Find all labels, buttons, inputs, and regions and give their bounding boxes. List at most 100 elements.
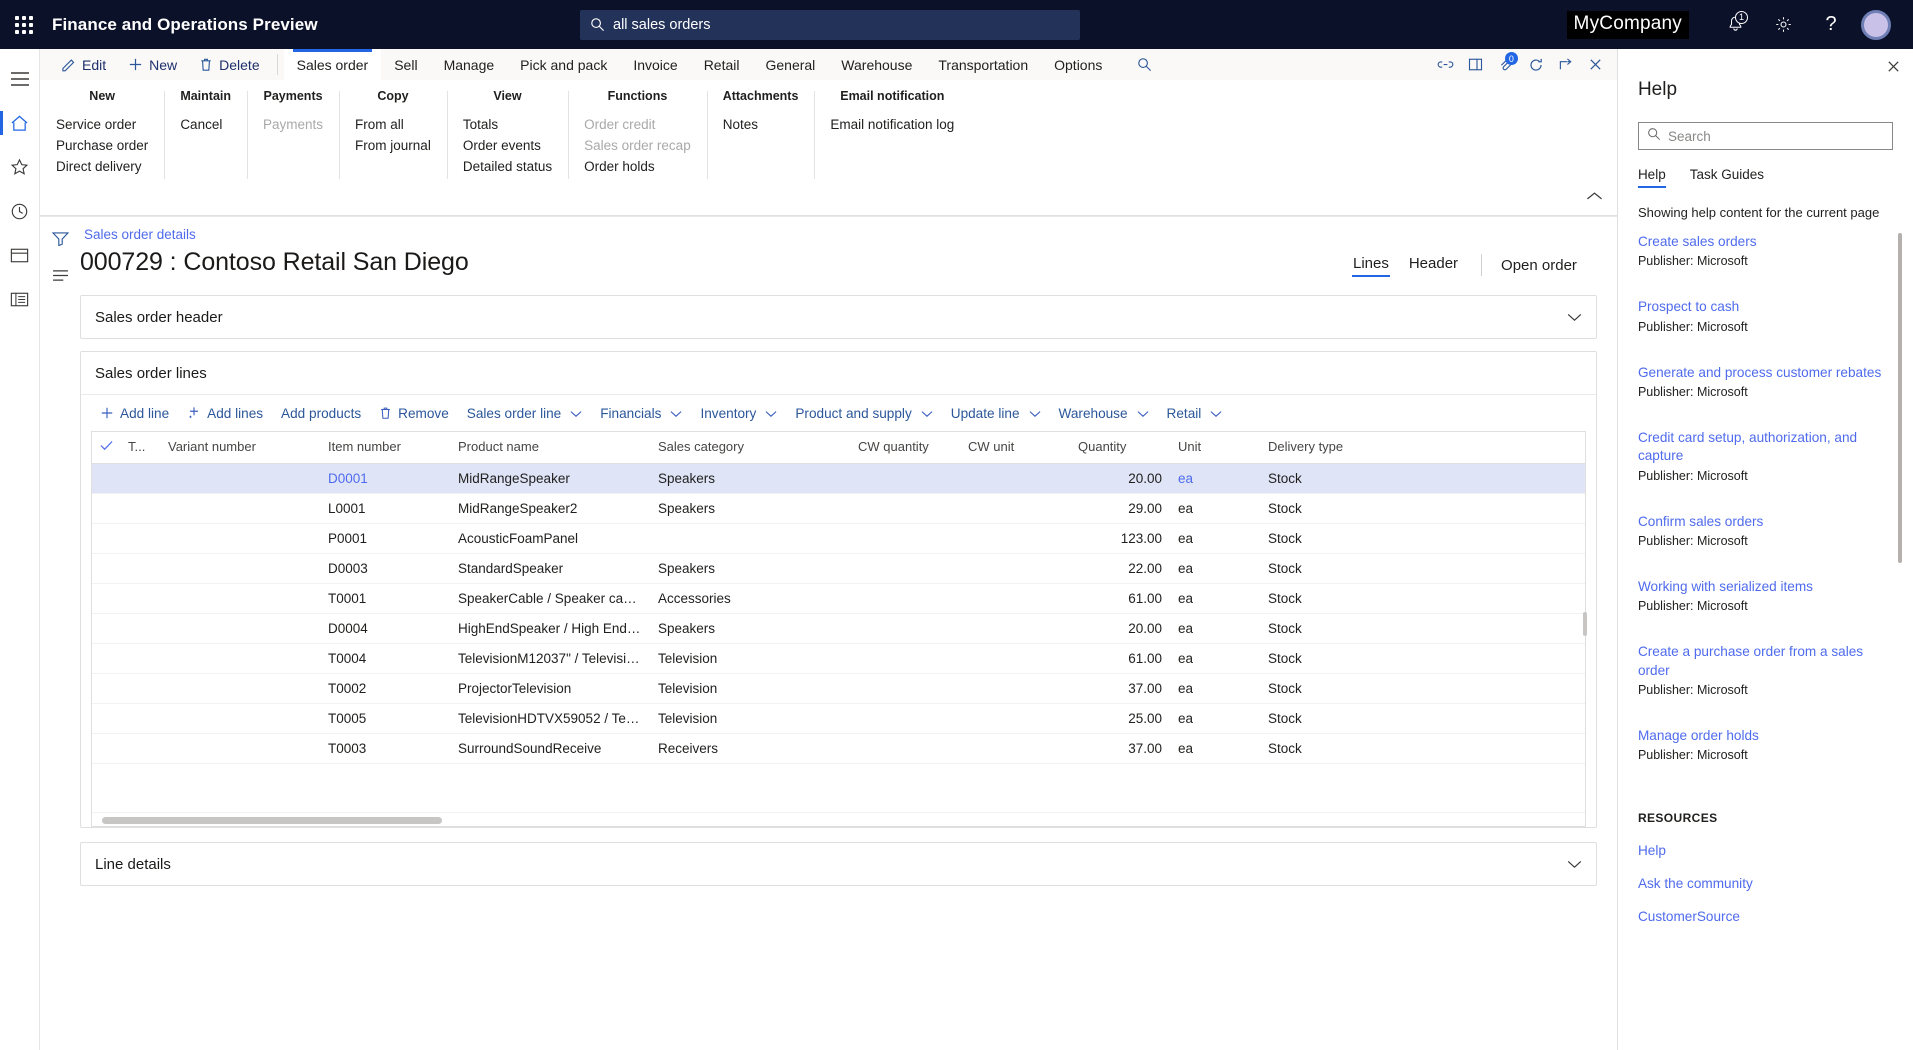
fasttab-sales-order-header[interactable]: Sales order header: [80, 295, 1597, 339]
list-icon[interactable]: [52, 269, 69, 287]
row-select-cell[interactable]: [92, 463, 120, 494]
row-select-cell[interactable]: [92, 583, 120, 614]
cell-item-number[interactable]: T0001: [320, 583, 450, 614]
add-products-button[interactable]: Add products: [272, 399, 370, 427]
help-list-scroll-thumb[interactable]: [1897, 233, 1902, 563]
cell-product-name[interactable]: HighEndSpeaker / High End Spe...: [450, 613, 650, 644]
grid-horizontal-scroll-thumb[interactable]: [102, 817, 442, 824]
update-line-menu[interactable]: Update line: [942, 399, 1050, 427]
cell-product-name[interactable]: SpeakerCable / Speaker cable 10: [450, 583, 650, 614]
link-icon-button[interactable]: [1431, 49, 1461, 80]
fasttab-header-row[interactable]: Sales order header: [81, 296, 1596, 338]
resource-link-help[interactable]: Help: [1638, 843, 1913, 858]
cell-cw-unit[interactable]: [960, 673, 1070, 704]
tab-warehouse[interactable]: Warehouse: [828, 49, 925, 80]
ribbon-item-notes[interactable]: Notes: [723, 114, 799, 135]
delete-button[interactable]: Delete: [188, 49, 270, 80]
company-selector[interactable]: MyCompany: [1566, 10, 1689, 39]
table-row[interactable]: L0001 MidRangeSpeaker2 Speakers 29.00 ea: [92, 493, 1585, 524]
chevron-down-icon[interactable]: [1567, 856, 1582, 873]
ribbon-item-email-notification-log[interactable]: Email notification log: [830, 114, 954, 135]
cell-cw-unit[interactable]: [960, 523, 1070, 554]
cell-delivery-type[interactable]: Stock: [1260, 583, 1585, 614]
ribbon-item-totals[interactable]: Totals: [463, 114, 552, 135]
tab-header[interactable]: Header: [1399, 253, 1468, 277]
filter-icon[interactable]: [51, 231, 69, 251]
table-row[interactable]: D0001 MidRangeSpeaker Speakers 20.00 ea: [92, 463, 1585, 494]
cell-cw-unit[interactable]: [960, 553, 1070, 584]
table-row[interactable]: D0004 HighEndSpeaker / High End Spe... S…: [92, 613, 1585, 644]
ribbon-item-service-order[interactable]: Service order: [56, 114, 148, 135]
inventory-menu[interactable]: Inventory: [691, 399, 786, 427]
ribbon-item-order-events[interactable]: Order events: [463, 135, 552, 156]
row-select-cell[interactable]: [92, 703, 120, 734]
cell-unit[interactable]: ea: [1170, 643, 1260, 674]
sidebar-item-workspaces[interactable]: [0, 233, 40, 277]
settings-button[interactable]: [1759, 0, 1807, 49]
panel-icon-button[interactable]: [1461, 49, 1491, 80]
col-sales-category[interactable]: Sales category: [650, 432, 850, 464]
notifications-button[interactable]: 1: [1711, 0, 1759, 49]
edit-button[interactable]: Edit: [50, 49, 117, 80]
tab-sell[interactable]: Sell: [381, 49, 430, 80]
help-article-link[interactable]: Confirm sales orders: [1638, 513, 1889, 531]
help-article-link[interactable]: Working with serialized items: [1638, 578, 1889, 596]
chevron-down-icon[interactable]: [1567, 309, 1582, 326]
cell-sales-category[interactable]: Speakers: [650, 463, 850, 494]
cell-quantity[interactable]: 61.00: [1070, 643, 1170, 674]
help-button[interactable]: ?: [1807, 0, 1855, 49]
table-row[interactable]: P0001 AcousticFoamPanel 123.00 ea Stock: [92, 523, 1585, 554]
fasttab-line-details[interactable]: Line details: [80, 842, 1597, 886]
cell-cw-unit[interactable]: [960, 583, 1070, 614]
cell-unit[interactable]: ea: [1170, 673, 1260, 704]
table-row[interactable]: D0003 StandardSpeaker Speakers 22.00 ea: [92, 553, 1585, 584]
row-select-cell[interactable]: [92, 673, 120, 704]
ribbon-item-from-all[interactable]: From all: [355, 114, 431, 135]
tab-invoice[interactable]: Invoice: [620, 49, 690, 80]
cell-unit[interactable]: ea: [1170, 553, 1260, 584]
help-article-link[interactable]: Create sales orders: [1638, 233, 1889, 251]
collapse-ribbon-button[interactable]: [1586, 189, 1603, 207]
tab-transportation[interactable]: Transportation: [925, 49, 1041, 80]
cell-item-number[interactable]: T0002: [320, 673, 450, 704]
row-select-cell[interactable]: [92, 733, 120, 764]
cell-product-name[interactable]: MidRangeSpeaker: [450, 463, 650, 494]
tab-general[interactable]: General: [752, 49, 828, 80]
cell-product-name[interactable]: SurroundSoundReceive: [450, 733, 650, 764]
cell-sales-category[interactable]: Speakers: [650, 493, 850, 524]
cell-cw-quantity[interactable]: [850, 523, 960, 554]
cell-quantity[interactable]: 37.00: [1070, 733, 1170, 764]
grid-horizontal-scrollbar[interactable]: [92, 812, 1585, 826]
cell-delivery-type[interactable]: Stock: [1260, 463, 1585, 494]
cell-item-number[interactable]: D0004: [320, 613, 450, 644]
warehouse-menu[interactable]: Warehouse: [1050, 399, 1158, 427]
help-search-input[interactable]: Search: [1637, 122, 1893, 150]
col-quantity[interactable]: Quantity: [1070, 432, 1170, 464]
cell-quantity[interactable]: 29.00: [1070, 493, 1170, 524]
tab-lines[interactable]: Lines: [1343, 253, 1399, 277]
avatar[interactable]: [1861, 9, 1891, 40]
cell-unit[interactable]: ea: [1170, 733, 1260, 764]
row-select-cell[interactable]: [92, 613, 120, 644]
sidebar-item-modules[interactable]: [0, 277, 40, 321]
table-row[interactable]: T0004 TelevisionM12037" / Television ...…: [92, 643, 1585, 674]
new-button[interactable]: New: [117, 49, 188, 80]
cell-quantity[interactable]: 37.00: [1070, 673, 1170, 704]
retail-menu[interactable]: Retail: [1158, 399, 1232, 427]
cell-quantity[interactable]: 20.00: [1070, 613, 1170, 644]
cell-variant-number[interactable]: [160, 643, 320, 674]
help-tab-help[interactable]: Help: [1637, 167, 1666, 188]
fasttab-lines-title-row[interactable]: Sales order lines: [81, 352, 1596, 394]
open-order-status[interactable]: Open order: [1495, 255, 1583, 276]
cell-cw-quantity[interactable]: [850, 493, 960, 524]
cell-unit[interactable]: ea: [1170, 463, 1260, 494]
ribbon-item-from-journal[interactable]: From journal: [355, 135, 431, 156]
attachments-button[interactable]: 0: [1491, 49, 1521, 80]
row-select-cell[interactable]: [92, 493, 120, 524]
tab-sales-order[interactable]: Sales order: [283, 49, 382, 80]
cell-product-name[interactable]: AcousticFoamPanel: [450, 523, 650, 554]
action-pane-search-button[interactable]: [1129, 49, 1159, 80]
row-select-cell[interactable]: [92, 553, 120, 584]
help-article-link[interactable]: Credit card setup, authorization, and ca…: [1638, 429, 1889, 466]
tab-pick-and-pack[interactable]: Pick and pack: [507, 49, 620, 80]
